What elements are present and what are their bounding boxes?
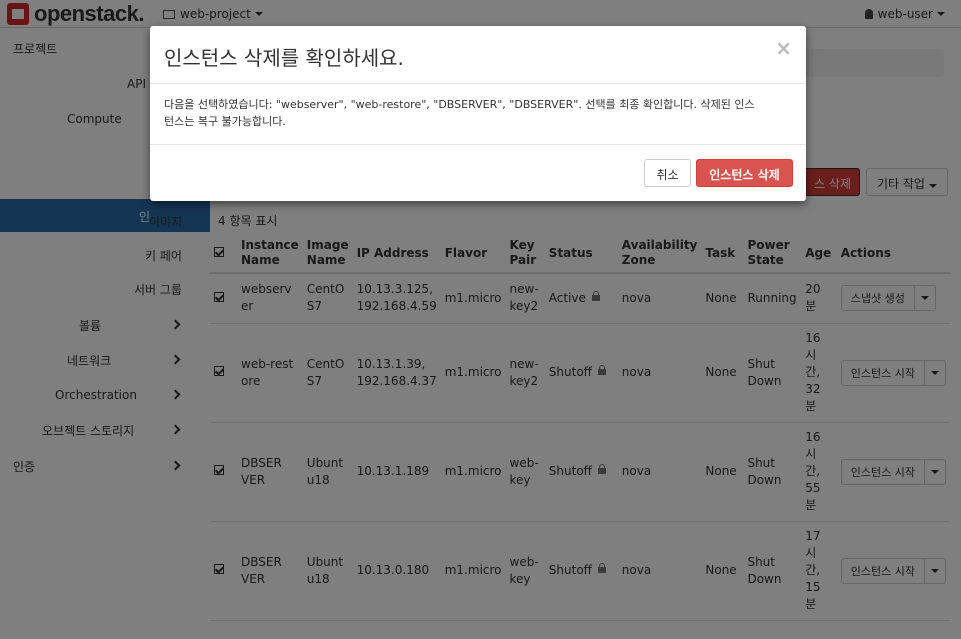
modal-footer: 취소 인스턴스 삭제 [150,144,806,201]
modal-body: 다음을 선택하였습니다: "webserver", "web-restore",… [164,96,794,130]
modal-title: 인스턴스 삭제를 확인하세요. [164,46,404,70]
confirm-delete-button[interactable]: 인스턴스 삭제 [696,159,793,187]
modal-header: 인스턴스 삭제를 확인하세요. × [150,26,806,84]
confirm-delete-modal: 인스턴스 삭제를 확인하세요. × 다음을 선택하였습니다: "webserve… [150,26,806,201]
modal-message-line1: 다음을 선택하였습니다: "webserver", "web-restore",… [164,98,755,111]
modal-message-line2: 턴스는 복구 불가능합니다. [164,115,286,128]
cancel-button[interactable]: 취소 [644,159,691,187]
close-icon[interactable]: × [775,36,792,60]
